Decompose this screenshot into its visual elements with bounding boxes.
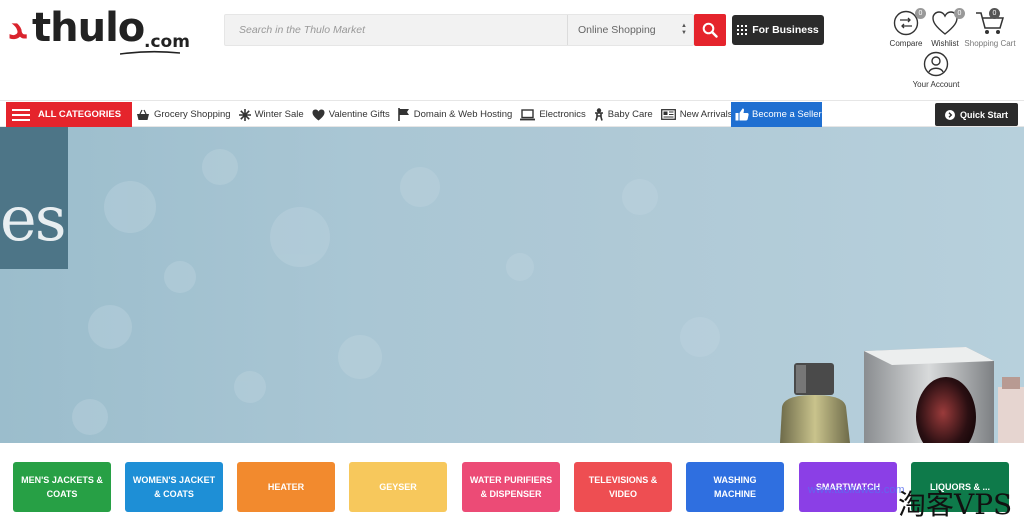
compare-count-badge: 0 xyxy=(915,8,926,19)
nav-item-label: Winter Sale xyxy=(254,109,304,120)
shopping-cart-button[interactable]: 0 Shopping Cart xyxy=(964,8,1016,48)
become-seller-label: Become a Seller xyxy=(752,109,822,120)
logo-text: thulo xyxy=(32,5,145,51)
basket-icon xyxy=(137,109,149,120)
category-select[interactable]: Online Shopping ▲ ▼ xyxy=(567,15,695,45)
hamburger-icon xyxy=(12,108,30,121)
account-label: Your Account xyxy=(912,80,960,89)
all-categories-button[interactable]: ALL CATEGORIES xyxy=(6,102,132,127)
watermark-text: 淘客VPS xyxy=(898,488,1013,521)
newspaper-icon xyxy=(660,109,676,120)
tile-geyser[interactable]: GEYSER xyxy=(349,462,447,512)
nav-item-new-arrivals[interactable]: New Arrivals xyxy=(660,109,741,120)
compare-button[interactable]: 0 Compare xyxy=(886,8,926,48)
watermark-url: www.taoliuweb.com xyxy=(808,484,905,496)
hero-banner[interactable]: es xyxy=(0,127,1024,443)
logo-glyph-icon: ﺪ xyxy=(8,7,26,47)
heart-icon xyxy=(312,109,325,120)
nav-item-label: Baby Care xyxy=(607,109,653,120)
baby-icon xyxy=(594,108,603,121)
nav-item-baby-care[interactable]: Baby Care xyxy=(594,108,661,121)
nav-item-valentine[interactable]: Valentine Gifts xyxy=(312,109,398,121)
thumbs-up-icon xyxy=(735,108,749,121)
site-header: ﺪ thulo .com Online Shopping ▲▼ For Busi… xyxy=(0,0,1024,100)
thulo-logo[interactable]: ﺪ thulo .com xyxy=(8,5,190,56)
flag-icon xyxy=(397,108,409,121)
category-tiles: MEN'S JACKETS & COATS WOMEN'S JACKET & C… xyxy=(0,443,1024,522)
perfume-bottles-image xyxy=(780,347,1024,443)
account-button[interactable]: Your Account xyxy=(908,51,964,89)
tile-label: WOMEN'S JACKET & COATS xyxy=(132,475,216,499)
nav-item-domain-hosting[interactable]: Domain & Web Hosting xyxy=(397,108,521,121)
wishlist-label: Wishlist xyxy=(931,39,959,48)
nav-item-electronics[interactable]: Electronics xyxy=(520,108,593,121)
nav-item-label: New Arrivals xyxy=(679,109,733,120)
nav-links: Grocery Shopping Winter Sale Valentine G… xyxy=(136,102,740,127)
quick-start-label: Quick Start xyxy=(959,109,1008,120)
category-select-value: Online Shopping xyxy=(578,24,656,36)
all-categories-label: ALL CATEGORIES xyxy=(38,109,122,120)
tile-womens-jacket[interactable]: WOMEN'S JACKET & COATS xyxy=(125,462,223,512)
tile-label: GEYSER xyxy=(379,482,417,492)
tile-label: MEN'S JACKETS & COATS xyxy=(21,475,103,499)
logo-suffix: .com xyxy=(144,32,190,52)
search-button[interactable] xyxy=(694,14,726,46)
search-icon xyxy=(702,22,718,38)
tile-water-purifiers[interactable]: WATER PURIFIERS & DISPENSER xyxy=(462,462,560,512)
nav-item-grocery[interactable]: Grocery Shopping xyxy=(136,109,239,121)
tile-label: HEATER xyxy=(267,482,305,492)
laptop-icon xyxy=(520,108,536,120)
compare-label: Compare xyxy=(889,39,923,48)
tile-label: TELEVISIONS & VIDEO xyxy=(588,475,658,499)
cart-count-badge: 0 xyxy=(989,8,1000,19)
grid-icon xyxy=(737,25,748,35)
tile-label: WASHING MACHINE xyxy=(713,475,757,499)
nav-item-label: Grocery Shopping xyxy=(154,109,231,120)
search-input[interactable] xyxy=(225,15,567,45)
nav-item-label: Valentine Gifts xyxy=(328,109,390,120)
tile-televisions[interactable]: TELEVISIONS & VIDEO xyxy=(574,462,672,512)
nav-item-label: Electronics xyxy=(539,109,586,120)
for-business-button[interactable]: For Business xyxy=(732,15,824,45)
tile-heater[interactable]: HEATER xyxy=(237,462,335,512)
nav-item-label: Domain & Web Hosting xyxy=(413,109,513,120)
snowflake-icon xyxy=(238,108,251,121)
user-icon xyxy=(923,51,949,77)
cart-label: Shopping Cart xyxy=(964,39,1016,48)
become-seller-button[interactable]: Become a Seller xyxy=(731,102,822,127)
logo-swoosh-icon xyxy=(120,50,180,55)
category-nav: ALL CATEGORIES Grocery Shopping Winter S… xyxy=(0,100,1024,127)
for-business-label: For Business xyxy=(752,24,819,36)
arrow-circle-icon xyxy=(944,109,955,120)
tile-label: WATER PURIFIERS & DISPENSER xyxy=(469,475,553,499)
search-bar: Online Shopping ▲▼ xyxy=(224,14,694,46)
tile-mens-jackets[interactable]: MEN'S JACKETS & COATS xyxy=(13,462,111,512)
quick-start-button[interactable]: Quick Start xyxy=(935,103,1018,126)
select-arrows-icon: ▲ ▼ xyxy=(681,23,687,36)
tile-washing-machine[interactable]: WASHING MACHINE xyxy=(686,462,784,512)
wishlist-button[interactable]: 0 Wishlist xyxy=(928,8,965,48)
banner-headline: es xyxy=(0,182,67,255)
nav-item-winter-sale[interactable]: Winter Sale xyxy=(238,108,312,121)
